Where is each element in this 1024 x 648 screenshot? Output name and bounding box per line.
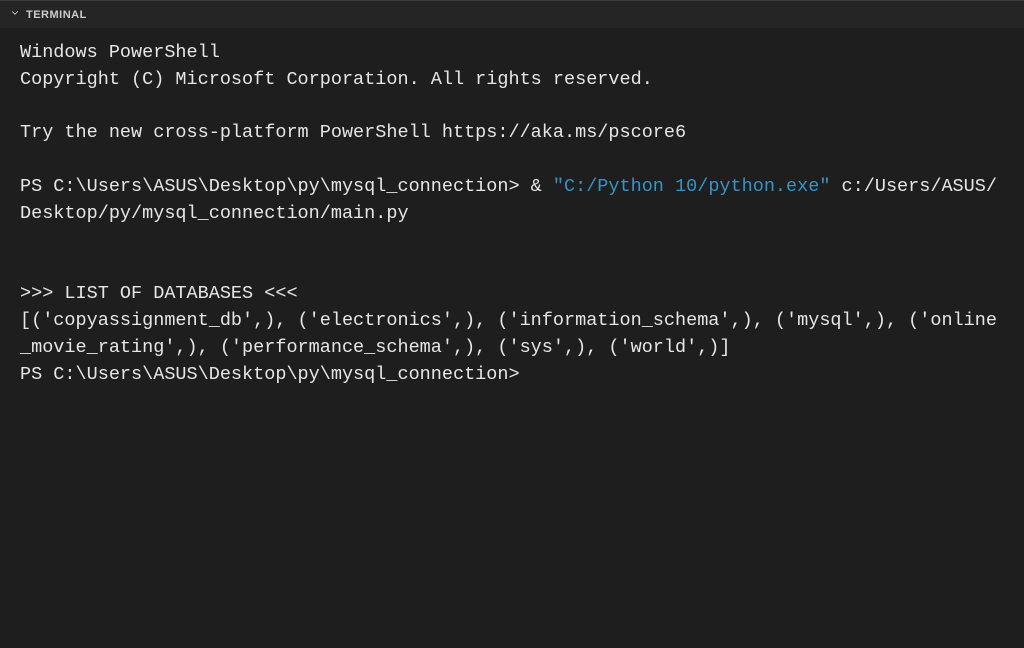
terminal-prompt: PS C:\Users\ASUS\Desktop\py\mysql_connec…	[20, 364, 520, 385]
terminal-line: Try the new cross-platform PowerShell ht…	[20, 122, 686, 143]
quoted-path: "C:/Python 10/python.exe"	[553, 176, 831, 197]
terminal-output-header: >>> LIST OF DATABASES <<<	[20, 283, 298, 304]
terminal-line: Windows PowerShell	[20, 42, 220, 63]
chevron-down-icon	[10, 8, 20, 22]
terminal-prompt: PS C:\Users\ASUS\Desktop\py\mysql_connec…	[20, 176, 997, 224]
panel-title: TERMINAL	[26, 9, 87, 21]
terminal-output-list: [('copyassignment_db',), ('electronics',…	[20, 310, 997, 358]
terminal-panel-header[interactable]: TERMINAL	[0, 0, 1024, 28]
terminal-output[interactable]: Windows PowerShell Copyright (C) Microso…	[0, 28, 1024, 401]
terminal-line: Copyright (C) Microsoft Corporation. All…	[20, 69, 653, 90]
